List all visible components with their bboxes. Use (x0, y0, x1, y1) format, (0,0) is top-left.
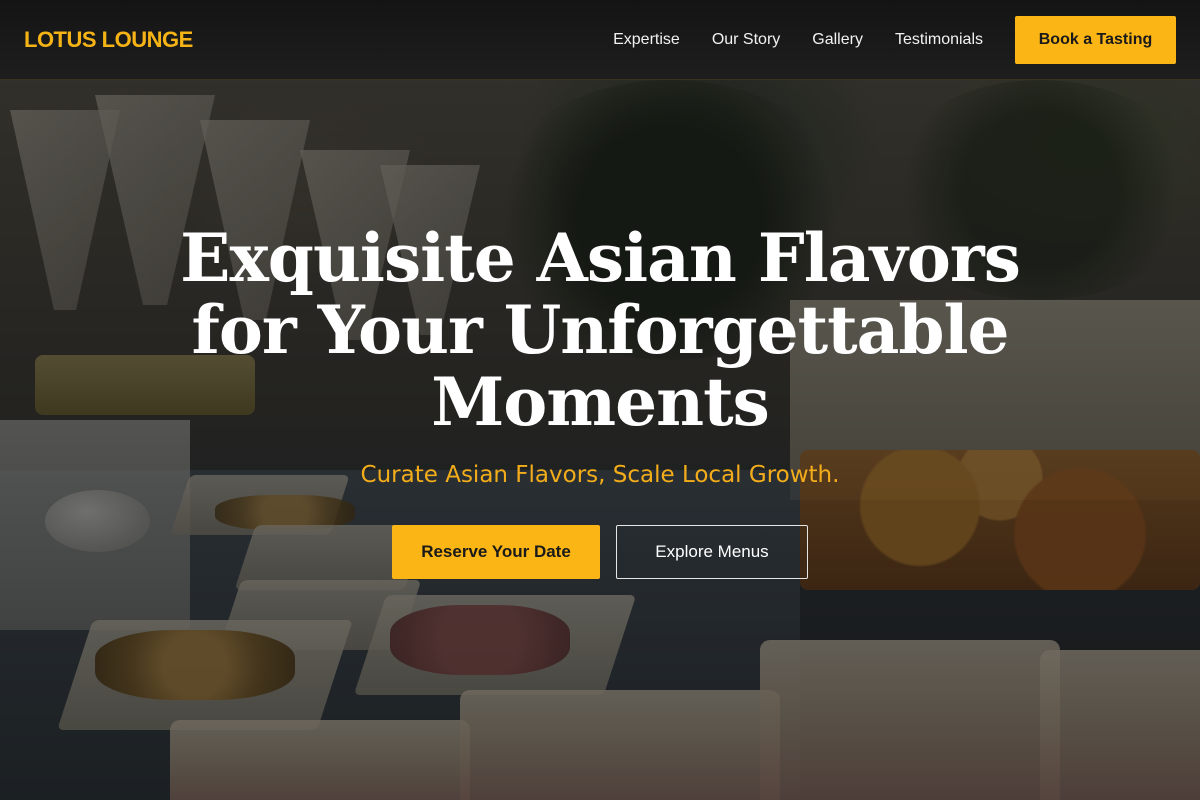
nav-link-gallery[interactable]: Gallery (812, 31, 863, 49)
hero-headline: Exquisite Asian Flavors for Your Unforge… (180, 219, 1021, 441)
main-nav: Expertise Our Story Gallery Testimonials… (613, 15, 1176, 64)
site-logo[interactable]: LOTUS LOUNGE (24, 27, 193, 53)
hero-section: Exquisite Asian Flavors for Your Unforge… (0, 80, 1200, 800)
nav-link-expertise[interactable]: Expertise (613, 31, 680, 49)
hero-tagline: Curate Asian Flavors, Scale Local Growth… (360, 462, 840, 488)
nav-link-our-story[interactable]: Our Story (712, 31, 780, 49)
book-tasting-button[interactable]: Book a Tasting (1015, 15, 1176, 64)
reserve-date-button[interactable]: Reserve Your Date (392, 525, 600, 579)
site-header: LOTUS LOUNGE Expertise Our Story Gallery… (0, 0, 1200, 80)
hero-button-group: Reserve Your Date Explore Menus (0, 525, 1200, 579)
explore-menus-button[interactable]: Explore Menus (616, 525, 808, 579)
nav-link-testimonials[interactable]: Testimonials (895, 31, 983, 49)
